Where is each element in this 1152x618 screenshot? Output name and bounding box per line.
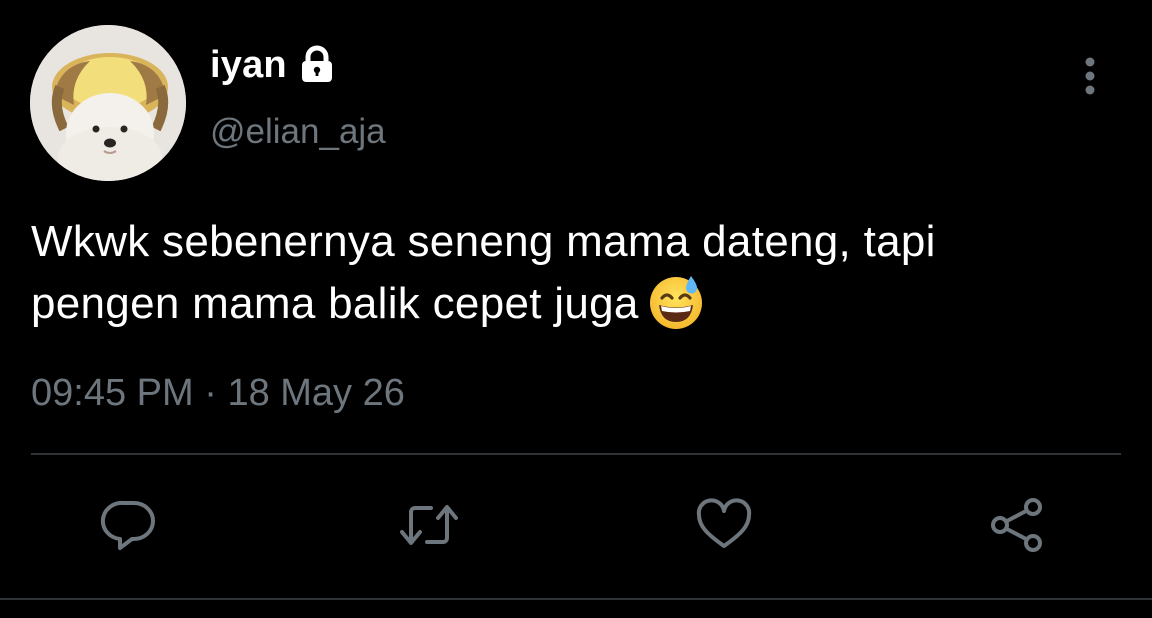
retweet-button[interactable]: [398, 496, 460, 558]
share-button[interactable]: [986, 496, 1048, 558]
display-name[interactable]: iyan: [210, 44, 287, 87]
avatar[interactable]: [30, 25, 186, 181]
heart-icon: [695, 497, 753, 557]
tweet-text: Wkwk sebenernya seneng mama dateng, tapi…: [31, 212, 1121, 334]
tweet-date: 18 May 26: [227, 372, 405, 414]
display-name-row: iyan: [210, 40, 337, 90]
divider: [31, 453, 1121, 455]
user-handle[interactable]: @elian_aja: [210, 112, 386, 152]
tweet-text-line-2: pengen mama balik cepet juga: [31, 272, 1121, 334]
more-vertical-icon[interactable]: [1072, 56, 1108, 96]
lock-icon: [297, 45, 337, 85]
reply-button[interactable]: [98, 496, 160, 558]
timestamp-separator: ·: [193, 372, 228, 414]
tweet-text-line-1: Wkwk sebenernya seneng mama dateng, tapi: [31, 217, 936, 266]
retweet-icon: [397, 498, 461, 557]
grinning-face-with-sweat-icon: [647, 272, 705, 330]
tweet-card: iyan @elian_aja Wkwk sebenernya seneng m…: [0, 0, 1152, 618]
reply-icon: [100, 498, 158, 557]
bottom-divider: [0, 598, 1152, 600]
tweet-timestamp[interactable]: 09:45 PM · 18 May 26: [31, 372, 405, 415]
share-icon: [987, 496, 1047, 559]
like-button[interactable]: [693, 496, 755, 558]
tweet-text-line-2-text: pengen mama balik cepet juga: [31, 279, 639, 328]
tweet-time: 09:45 PM: [31, 372, 194, 414]
